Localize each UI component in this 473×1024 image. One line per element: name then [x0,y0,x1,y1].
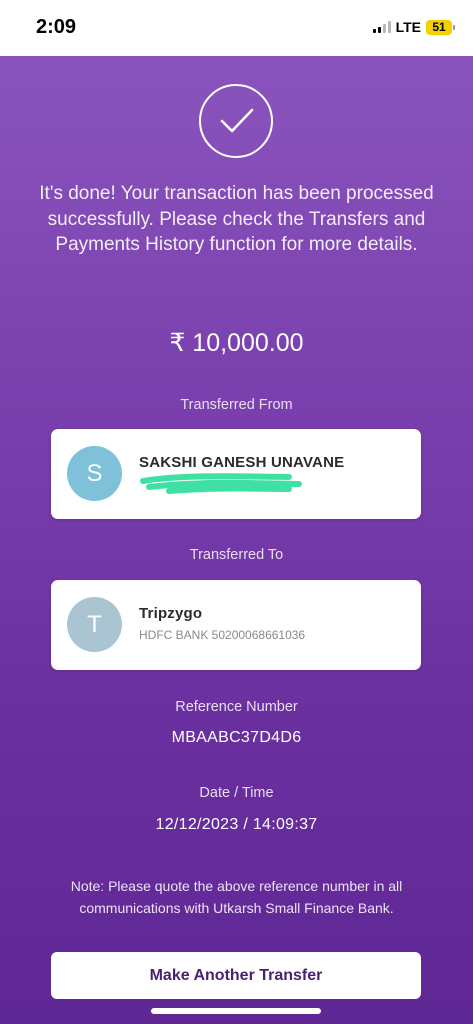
from-account-card: S SAKSHI GANESH UNAVANE [51,429,421,519]
battery-level: 51 [426,19,452,35]
transaction-success-screen: It's done! Your transaction has been pro… [0,56,473,1024]
reference-number-value: MBAABC37D4D6 [171,729,302,746]
status-bar: 2:09 LTE 51 [0,0,473,56]
to-account-number: HDFC BANK 50200068661036 [139,628,306,642]
transfer-amount: ₹ 10,000.00 [169,329,304,357]
date-time-label: Date / Time [199,785,274,801]
home-indicator[interactable] [151,1008,321,1014]
status-time: 2:09 [36,16,77,38]
reference-number-label: Reference Number [175,699,298,715]
status-indicators: LTE 51 [372,19,455,35]
date-time-value: 12/12/2023 / 14:09:37 [155,816,318,833]
success-check-icon [199,84,273,158]
from-avatar: S [67,446,122,501]
success-message: It's done! Your transaction has been pro… [39,183,434,255]
to-account-name: Tripzygo [139,605,203,622]
make-another-transfer-button[interactable]: Make Another Transfer [51,952,421,999]
signal-strength-icon [372,21,391,33]
to-account-card: T Tripzygo HDFC BANK 50200068661036 [51,580,421,670]
battery-icon: 51 [426,19,455,35]
to-avatar: T [67,597,122,652]
transferred-from-label: Transferred From [180,397,293,413]
transferred-to-label: Transferred To [189,547,284,563]
reference-note: Note: Please quote the above reference n… [70,878,403,916]
network-type: LTE [395,19,421,35]
redaction-mark [140,473,302,494]
